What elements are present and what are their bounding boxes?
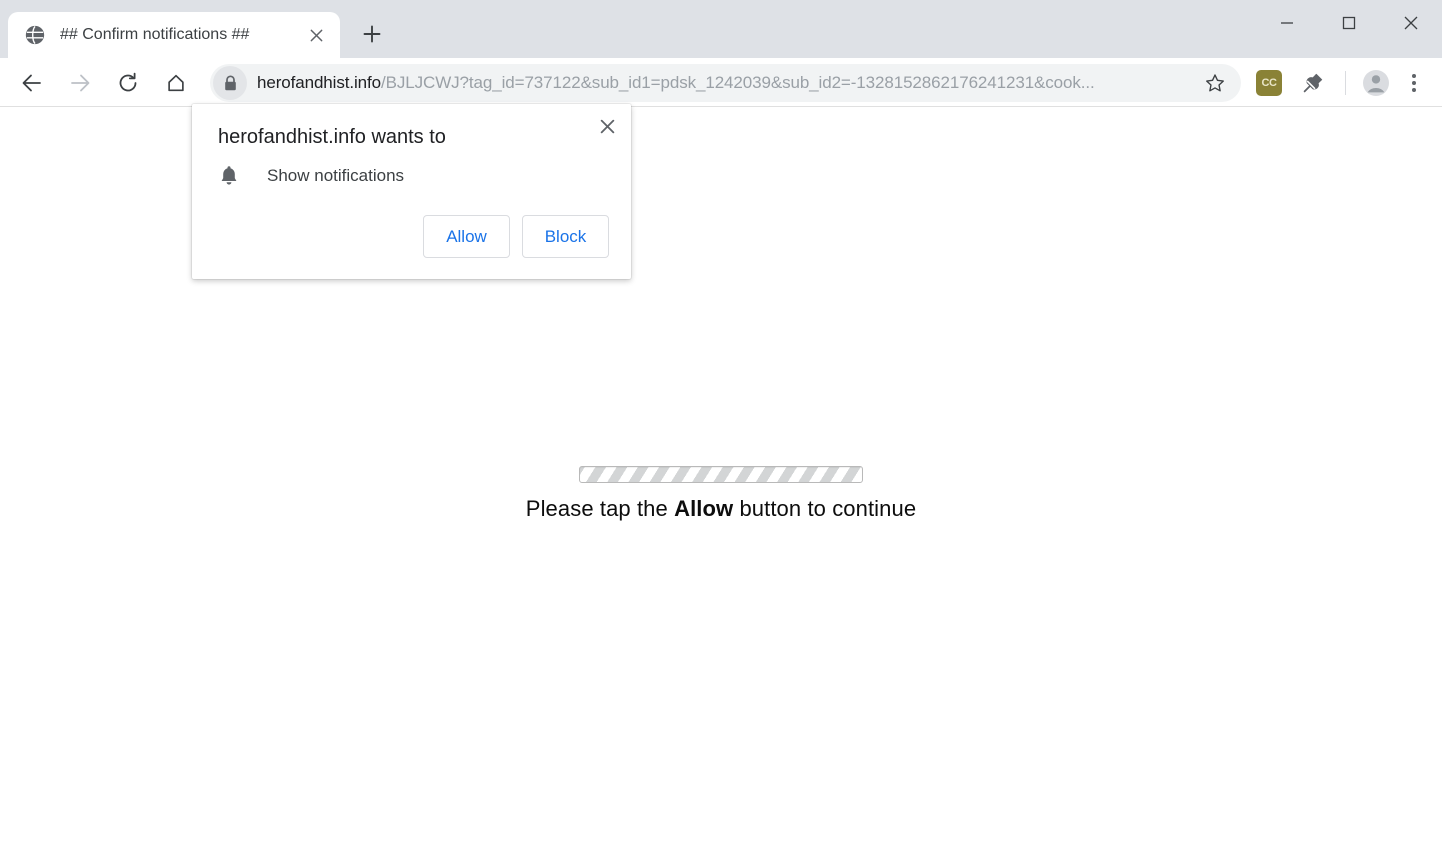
tab-title: ## Confirm notifications ## <box>60 26 250 43</box>
close-tab-icon[interactable] <box>302 21 330 49</box>
toolbar-divider <box>1345 71 1346 95</box>
back-button[interactable] <box>12 63 52 103</box>
home-icon <box>168 74 184 92</box>
maximize-icon <box>1342 16 1356 29</box>
close-icon <box>600 119 614 133</box>
bell-icon <box>221 166 237 185</box>
arrow-left-icon <box>22 74 41 92</box>
new-tab-button[interactable] <box>352 14 392 54</box>
three-dots-icon <box>1412 74 1416 92</box>
block-button[interactable]: Block <box>522 215 609 258</box>
site-info-button[interactable] <box>213 66 247 100</box>
cc-extension-icon[interactable]: CC <box>1254 68 1284 98</box>
pin-icon <box>1303 73 1323 93</box>
close-window-button[interactable] <box>1380 0 1442 45</box>
arrow-right-icon <box>71 74 90 92</box>
star-icon <box>1206 74 1224 92</box>
url-text[interactable]: herofandhist.info/BJLJCWJ?tag_id=737122&… <box>257 73 1195 93</box>
plus-icon <box>363 25 381 43</box>
avatar-icon <box>1363 70 1389 96</box>
maximize-window-button[interactable] <box>1318 0 1380 45</box>
profile-avatar[interactable] <box>1356 63 1396 103</box>
lock-icon <box>224 74 236 90</box>
window-controls <box>1256 0 1442 45</box>
allow-button[interactable]: Allow <box>423 215 510 258</box>
home-button[interactable] <box>156 63 196 103</box>
pin-extension-icon[interactable] <box>1298 68 1328 98</box>
striped-progress-bar <box>579 466 863 483</box>
instruction-suffix: button to continue <box>733 496 917 521</box>
tab-strip: ## Confirm notifications ## <box>0 0 392 58</box>
minimize-window-button[interactable] <box>1256 0 1318 45</box>
minimize-icon <box>1281 21 1293 24</box>
page-content: Please tap the Allow button to continue <box>0 466 1442 522</box>
permission-request-label: Show notifications <box>267 166 405 185</box>
url-host: herofandhist.info <box>257 73 381 92</box>
notification-permission-dialog: herofandhist.info wants to Show notifica… <box>192 104 631 279</box>
bookmark-button[interactable] <box>1195 63 1235 103</box>
permission-request-row: Show notifications <box>218 164 404 188</box>
reload-icon <box>119 72 137 92</box>
dialog-actions: Allow Block <box>423 215 609 258</box>
browser-tab[interactable]: ## Confirm notifications ## <box>8 12 340 58</box>
reload-button[interactable] <box>108 63 148 103</box>
globe-icon <box>25 25 45 45</box>
browser-window: ## Confirm notifications ## herofandhist… <box>0 0 1442 853</box>
instruction-emphasis: Allow <box>674 496 734 521</box>
instruction-text: Please tap the Allow button to continue <box>0 496 1442 522</box>
browser-toolbar: herofandhist.info/BJLJCWJ?tag_id=737122&… <box>0 58 1442 108</box>
forward-button[interactable] <box>60 63 100 103</box>
close-icon <box>1404 16 1418 29</box>
address-bar[interactable]: herofandhist.info/BJLJCWJ?tag_id=737122&… <box>210 64 1241 102</box>
browser-menu-button[interactable] <box>1396 63 1432 103</box>
instruction-prefix: Please tap the <box>525 496 675 521</box>
dialog-close-button[interactable] <box>591 110 623 142</box>
dialog-title: herofandhist.info wants to <box>218 126 446 148</box>
url-path: /BJLJCWJ?tag_id=737122&sub_id1=pdsk_1242… <box>381 73 1095 92</box>
cc-extension-badge: CC <box>1256 70 1282 96</box>
title-bar: ## Confirm notifications ## <box>0 0 1442 58</box>
